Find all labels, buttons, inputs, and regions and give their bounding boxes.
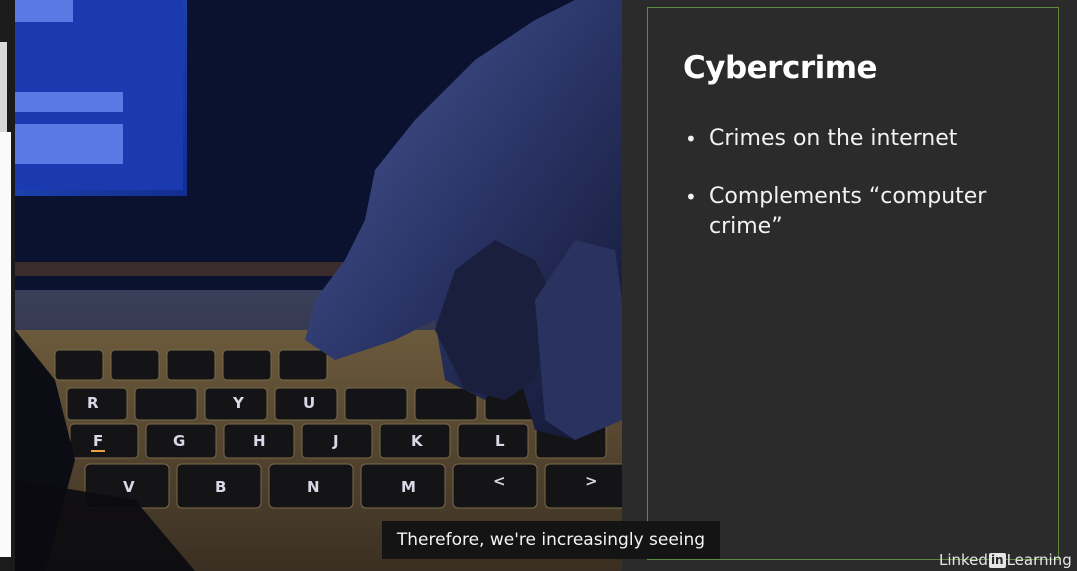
photo-illustration: R Y U F G H J K L V B N M < >: [15, 0, 622, 571]
bullet-item: Complements “computer crime”: [683, 182, 1023, 242]
key-label: N: [307, 478, 320, 496]
key-label: H: [253, 432, 266, 450]
slide-frame: [647, 7, 1059, 560]
key-label: V: [123, 478, 135, 496]
key-label: B: [215, 478, 226, 496]
key-label: <: [493, 472, 506, 490]
hacker-keyboard-photo: R Y U F G H J K L V B N M < >: [15, 0, 622, 571]
linkedin-icon: in: [988, 552, 1006, 568]
logo-text-right: Learning: [1006, 551, 1072, 569]
key-label: R: [87, 394, 99, 412]
key-label: Y: [232, 394, 245, 412]
key-label: J: [332, 432, 339, 450]
logo-text-left: Linked: [939, 551, 988, 569]
edge-scroll-area: [0, 132, 11, 557]
key-label: G: [173, 432, 185, 450]
key-label: F: [93, 432, 103, 450]
bullet-list: Crimes on the internet Complements “comp…: [683, 124, 1023, 270]
key-label: K: [411, 432, 424, 450]
bullet-item: Crimes on the internet: [683, 124, 1023, 154]
slide-panel: Cybercrime Crimes on the internet Comple…: [622, 0, 1077, 571]
key-label: >: [585, 472, 598, 490]
key-label: M: [401, 478, 416, 496]
linkedin-learning-logo: Linked in Learning: [939, 549, 1072, 571]
subtitle-caption: Therefore, we're increasingly seeing: [382, 521, 720, 559]
browser-edge-strip: [0, 0, 15, 571]
slide-title: Cybercrime: [683, 50, 878, 86]
edge-panel: [0, 42, 7, 132]
key-label: U: [303, 394, 315, 412]
key-label: L: [495, 432, 505, 450]
